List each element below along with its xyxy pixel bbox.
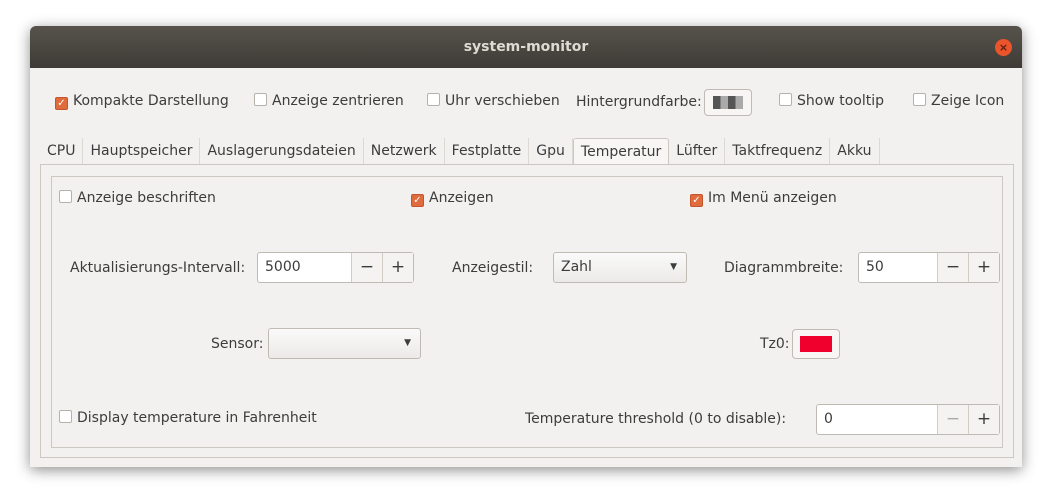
increment-button[interactable]: + [968, 253, 999, 282]
dropdown-arrow-icon: ▼ [670, 262, 677, 272]
tab-gpu[interactable]: Gpu [529, 138, 573, 164]
display-checkbox[interactable]: ✓ Anzeigen [411, 190, 494, 207]
icon-checkbox[interactable]: Zeige Icon [913, 93, 1004, 109]
style-label: Anzeigestil: [452, 260, 534, 276]
color-swatch [800, 336, 832, 352]
clock-checkbox[interactable]: Uhr verschieben [427, 93, 560, 109]
width-value[interactable]: 50 [859, 253, 937, 282]
fahrenheit-checkbox[interactable]: Display temperature in Fahrenheit [59, 410, 317, 426]
increment-button[interactable]: + [968, 405, 999, 434]
label: Im Menü anzeigen [708, 190, 837, 206]
window-title: system-monitor [463, 39, 589, 55]
checkbox-checked-icon: ✓ [55, 97, 68, 110]
checkbox-icon [254, 93, 267, 106]
style-value: Zahl [561, 259, 592, 275]
interval-spinner[interactable]: 5000− + [257, 252, 414, 283]
center-checkbox[interactable]: Anzeige zentrieren [254, 93, 404, 109]
tab-auslagerung[interactable]: Auslagerungsdateien [200, 138, 364, 164]
checkbox-icon [427, 93, 440, 106]
tooltip-checkbox[interactable]: Show tooltip [779, 93, 884, 109]
label: Zeige Icon [931, 93, 1005, 109]
label: Show tooltip [797, 93, 885, 109]
decrement-button[interactable]: − [937, 405, 968, 434]
checkbox-icon [59, 190, 72, 203]
label: Display temperature in Fahrenheit [77, 410, 317, 426]
width-spinner[interactable]: 50− + [858, 252, 1000, 283]
checkbox-checked-icon: ✓ [411, 194, 424, 207]
checkbox-icon [913, 93, 926, 106]
tz0-label: Tz0: [760, 336, 790, 352]
tab-luefter[interactable]: Lüfter [669, 138, 726, 164]
label: Anzeigen [429, 190, 494, 206]
threshold-label: Temperature threshold (0 to disable): [525, 411, 787, 427]
menu-checkbox[interactable]: ✓ Im Menü anzeigen [690, 190, 837, 207]
tab-bar: CPU Hauptspeicher Auslagerungsdateien Ne… [40, 138, 880, 165]
interval-label: Aktualisierungs-Intervall: [70, 260, 246, 276]
label: Anzeige beschriften [77, 190, 216, 206]
style-combo[interactable]: Zahl ▼ [553, 252, 687, 283]
decrement-button[interactable]: − [351, 253, 382, 282]
tab-netzwerk[interactable]: Netzwerk [364, 138, 445, 164]
window: system-monitor × ✓ Kompakte Darstellung An… [30, 26, 1022, 467]
label: Anzeige zentrieren [272, 93, 404, 109]
panel-frame: Anzeige beschriften ✓ Anzeigen ✓ Im Menü a… [51, 176, 1003, 448]
tab-hauptspeicher[interactable]: Hauptspeicher [83, 138, 201, 164]
tz0-color-button[interactable] [792, 329, 840, 359]
tab-festplatte[interactable]: Festplatte [445, 138, 530, 164]
width-label: Diagrammbreite: [724, 260, 844, 276]
titlebar: system-monitor × [30, 26, 1022, 68]
tab-temperatur[interactable]: Temperatur [572, 138, 670, 165]
checkbox-icon [779, 93, 792, 106]
decrement-button[interactable]: − [937, 253, 968, 282]
dropdown-arrow-icon: ▼ [404, 338, 411, 348]
bg-color-label: Hintergrundfarbe: [576, 94, 702, 110]
threshold-spinner[interactable]: 0− + [816, 404, 1000, 435]
increment-button[interactable]: + [382, 253, 413, 282]
label-display-checkbox[interactable]: Anzeige beschriften [59, 190, 216, 206]
tab-cpu[interactable]: CPU [40, 138, 84, 164]
label: Kompakte Darstellung [73, 93, 229, 109]
close-button[interactable]: × [995, 39, 1012, 56]
tab-taktfrequenz[interactable]: Taktfrequenz [725, 138, 831, 164]
interval-value[interactable]: 5000 [258, 253, 351, 282]
label: Uhr verschieben [445, 93, 560, 109]
checkbox-icon [59, 410, 72, 423]
compact-checkbox[interactable]: ✓ Kompakte Darstellung [55, 93, 229, 110]
threshold-value[interactable]: 0 [817, 405, 937, 434]
tab-panel: Anzeige beschriften ✓ Anzeigen ✓ Im Menü a… [40, 164, 1014, 458]
sensor-label: Sensor: [211, 336, 264, 352]
bg-color-button[interactable] [704, 89, 752, 116]
tab-akku[interactable]: Akku [830, 138, 880, 164]
checker-swatch-icon [713, 96, 743, 109]
checkbox-checked-icon: ✓ [690, 194, 703, 207]
sensor-combo[interactable]: ▼ [268, 328, 421, 359]
